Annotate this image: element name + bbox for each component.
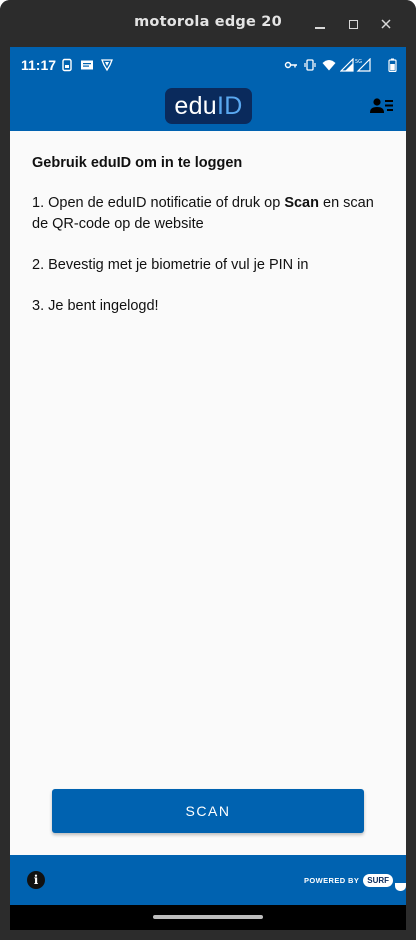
instruction-step-2: 2. Bevestig met je biometrie of vul je P… — [32, 257, 309, 273]
status-time: 11:17 — [21, 57, 57, 73]
maximize-button[interactable] — [342, 13, 364, 35]
surf-logo-tail — [395, 883, 406, 891]
emulator-window: motorola edge 20 11:17 5G edu ID Gebruik… — [0, 0, 416, 940]
eduid-logo: edu ID — [165, 88, 252, 124]
app-footer: i POWERED BY SURF — [10, 855, 406, 905]
close-icon — [381, 19, 391, 29]
navigation-bar — [10, 905, 406, 930]
wifi-icon — [322, 60, 336, 71]
minimize-icon — [315, 27, 325, 29]
signal-5g-icon: 5G — [355, 58, 371, 72]
surf-logo: SURF — [363, 873, 394, 887]
instruction-step-3: 3. Je bent ingelogd! — [32, 298, 159, 314]
profile-button[interactable] — [370, 95, 396, 117]
home-gesture-handle[interactable] — [153, 915, 263, 919]
step1-prefix: 1. Open de eduID notificatie of druk op — [32, 195, 285, 211]
sim-icon — [62, 58, 72, 72]
vibrate-icon — [304, 59, 316, 71]
key-icon — [284, 61, 297, 69]
app-bar: edu ID — [10, 84, 406, 131]
logo-text-edu: edu — [174, 91, 217, 120]
step1-scan-keyword: Scan — [284, 195, 319, 211]
shield-icon — [101, 59, 113, 72]
svg-text:5G: 5G — [355, 59, 362, 65]
minimize-button[interactable] — [309, 13, 331, 35]
status-bar: 11:17 5G — [10, 47, 406, 84]
phone-screen: 11:17 5G edu ID Gebruik eduID om in te l… — [10, 47, 406, 930]
maximize-icon — [348, 19, 358, 29]
powered-by-label: POWERED BY — [304, 875, 360, 885]
info-icon[interactable]: i — [27, 871, 45, 889]
logo-text-id: ID — [217, 91, 243, 120]
screenshot-icon — [81, 60, 93, 70]
instructions: Gebruik eduID om in te loggen 1. Open de… — [10, 131, 406, 337]
instructions-heading: Gebruik eduID om in te loggen — [32, 155, 243, 171]
scan-button[interactable]: SCAN — [52, 789, 364, 833]
window-titlebar: motorola edge 20 — [0, 0, 416, 47]
person-list-icon — [370, 98, 393, 113]
instruction-step-1: 1. Open de eduID notificatie of druk op … — [32, 193, 384, 235]
battery-icon — [388, 58, 397, 72]
close-button[interactable] — [375, 13, 397, 35]
powered-by-surf: POWERED BY SURF — [304, 871, 394, 889]
signal-icon — [340, 58, 354, 72]
